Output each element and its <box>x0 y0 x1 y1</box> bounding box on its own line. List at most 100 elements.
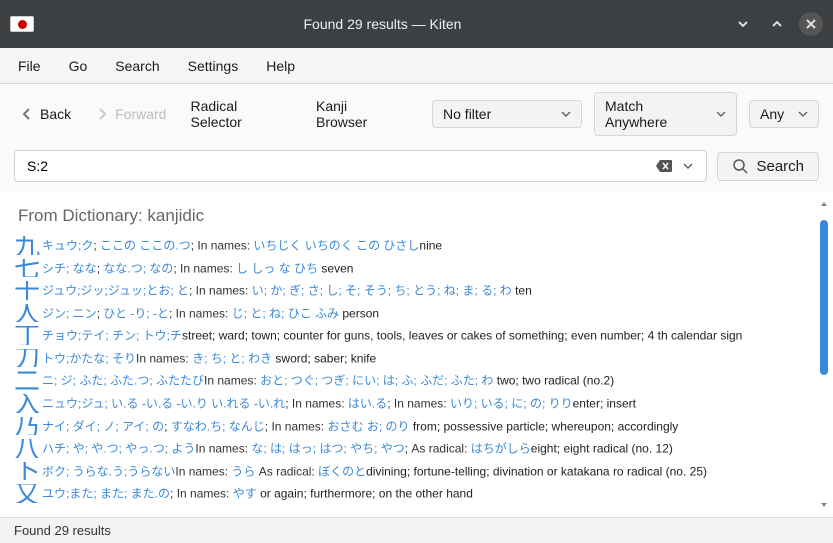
entry-meaning: sword; saber; knife <box>272 351 376 365</box>
match-select[interactable]: Match Anywhere <box>594 92 737 136</box>
entry-names: おさむ お; のり <box>327 419 409 433</box>
entry-readings: ナイ; ダイ; ノ; アイ; の <box>42 419 164 433</box>
search-button[interactable]: Search <box>717 152 819 181</box>
search-input[interactable] <box>25 157 652 175</box>
entry-radical-label: As radical: <box>255 464 318 478</box>
entry-radical-label: ; As radical: <box>405 442 471 456</box>
results-list: From Dictionary: kanjidic 九キュウ;ク; ここの ここ… <box>0 192 815 517</box>
entry-readings2: ここの ここの.つ <box>100 239 191 253</box>
back-button[interactable]: Back <box>14 101 77 127</box>
entry-meaning: two; two radical (no.2) <box>493 374 614 388</box>
entry-meaning: from; possessive particle; whereupon; ac… <box>410 419 679 433</box>
search-button-label: Search <box>756 158 804 175</box>
entry-names-label: ; In names: <box>191 239 254 253</box>
entry-kanji: 又 <box>14 484 40 503</box>
entry-readings2: ひと -り; -と <box>103 306 169 320</box>
result-entry[interactable]: 乃ナイ; ダイ; ノ; アイ; の; すなわ.ち; なんじ; In names:… <box>14 417 801 436</box>
entry-names: な; は; はっ; はつ; やち; やつ <box>251 442 404 456</box>
result-entry[interactable]: 九キュウ;ク; ここの ここの.つ; In names: いちじく いちのく こ… <box>14 236 801 255</box>
result-entry[interactable]: 又ユウ;また; また; また.の; In names: やす or again;… <box>14 484 801 503</box>
search-history-dropdown[interactable] <box>676 154 700 178</box>
result-entry[interactable]: 入ニュウ;ジュ; い.る -い.る -い.り い.れる -い.れ; In nam… <box>14 394 801 413</box>
entry-kanji: 七 <box>14 259 40 278</box>
result-entry[interactable]: 七シチ; なな; なな.つ; なの; In names: し しっ な ひち s… <box>14 259 801 278</box>
radical-selector-button[interactable]: Radical Selector <box>184 93 298 135</box>
entry-meaning: or again; furthermore; on the other hand <box>257 487 473 501</box>
status-text: Found 29 results <box>14 523 111 538</box>
entry-names: おと; つぐ; つぎ; にい; は; ふ; ふだ; ふた; わ <box>260 374 493 388</box>
scroll-down[interactable] <box>819 499 829 511</box>
search-box <box>14 150 707 182</box>
filter-select[interactable]: No filter <box>432 100 582 128</box>
titlebar: Found 29 results — Kiten <box>0 0 833 48</box>
entry-readings: トウ;かたな; そり <box>42 351 136 365</box>
entry-meaning: divining; fortune-telling; divination or… <box>366 464 707 478</box>
arrow-right-icon <box>95 107 109 121</box>
entry-names-label: ; In names: <box>170 487 233 501</box>
chevron-down-icon <box>798 109 808 119</box>
entry-readings: ボク; うらな.う;うらない <box>42 464 175 478</box>
any-select[interactable]: Any <box>749 100 819 128</box>
menu-settings[interactable]: Settings <box>188 58 239 74</box>
clear-search-button[interactable] <box>652 154 676 178</box>
vertical-scrollbar[interactable] <box>819 198 829 511</box>
entry-names-label: ; In names: <box>189 284 252 298</box>
kanji-browser-button[interactable]: Kanji Browser <box>310 93 408 135</box>
chevron-down-icon <box>683 161 693 171</box>
entry-names-label: ; In names: <box>265 419 328 433</box>
forward-button: Forward <box>89 101 172 127</box>
scroll-track[interactable] <box>819 220 829 497</box>
chevron-up-icon <box>820 200 828 208</box>
forward-label: Forward <box>115 106 166 122</box>
entry-names-label: ; In names: <box>173 261 236 275</box>
results-area: From Dictionary: kanjidic 九キュウ;ク; ここの ここ… <box>0 192 833 517</box>
menu-file[interactable]: File <box>18 58 41 74</box>
entry-kanji: 入 <box>14 394 40 413</box>
entry-meaning: street; ward; town; counter for guns, to… <box>182 329 742 343</box>
entry-readings: チョウ;テイ; チン; トウ;チ <box>42 329 182 343</box>
scroll-up[interactable] <box>819 198 829 210</box>
result-entry[interactable]: 八ハチ; や; や.つ; やっ.つ; ようIn names: な; は; はっ;… <box>14 439 801 458</box>
entry-names-label: In names: <box>175 464 231 478</box>
window-title: Found 29 results — Kiten <box>44 16 721 32</box>
any-value: Any <box>760 106 784 122</box>
close-button[interactable] <box>799 12 823 36</box>
scroll-thumb[interactable] <box>820 220 828 375</box>
result-entry[interactable]: 人ジン; ニン; ひと -り; -と; In names: じ; と; ね; ひ… <box>14 304 801 323</box>
maximize-button[interactable] <box>765 12 789 36</box>
filter-value: No filter <box>443 106 491 122</box>
entry-kanji: 卜 <box>14 462 40 481</box>
entry-radical: はちがしら <box>471 442 531 456</box>
toolbar: Back Forward Radical Selector Kanji Brow… <box>0 84 833 144</box>
menubar: File Go Search Settings Help <box>0 48 833 84</box>
entry-meaning: ten <box>512 284 532 298</box>
result-entry[interactable]: 十ジュウ;ジッ;ジュッ;とお; と; In names: い; か; ぎ; さ;… <box>14 281 801 300</box>
result-entry[interactable]: 丁チョウ;テイ; チン; トウ;チstreet; ward; town; cou… <box>14 326 801 345</box>
close-icon <box>805 18 817 30</box>
entry-kanji: 丁 <box>14 326 40 345</box>
menu-go[interactable]: Go <box>69 58 88 74</box>
entry-readings: シチ; なな <box>42 261 97 275</box>
back-label: Back <box>40 106 71 122</box>
entry-names: じ; と; ね; ひこ ふみ <box>232 306 339 320</box>
result-entry[interactable]: 刀トウ;かたな; そりIn names: き; ち; と; わき sword; … <box>14 349 801 368</box>
entry-names-label: ; In names: <box>285 397 348 411</box>
result-entry[interactable]: 二ニ; ジ; ふた; ふた.つ; ふたたびIn names: おと; つぐ; つ… <box>14 371 801 390</box>
entry-kanji: 刀 <box>14 349 40 368</box>
chevron-down-icon <box>561 109 571 119</box>
entry-names: うら <box>231 464 255 478</box>
entry-meaning: seven <box>318 261 353 275</box>
result-entry[interactable]: 卜ボク; うらな.う;うらないIn names: うら As radical: … <box>14 462 801 481</box>
entry-meaning: nine <box>419 239 442 253</box>
arrow-left-icon <box>20 107 34 121</box>
minimize-button[interactable] <box>731 12 755 36</box>
entry-kanji: 二 <box>14 371 40 390</box>
entry-kanji: 九 <box>14 236 40 255</box>
menu-help[interactable]: Help <box>266 58 295 74</box>
entry-names: い; か; ぎ; さ; し; そ; そう; ち; とう; ね; ま; る; わ <box>252 284 512 298</box>
entry-readings: ジン; ニン <box>42 306 97 320</box>
menu-search[interactable]: Search <box>115 58 159 74</box>
chevron-down-icon <box>736 17 750 31</box>
match-value: Match Anywhere <box>605 98 708 130</box>
entry-radical: ぼくのと <box>318 464 366 478</box>
